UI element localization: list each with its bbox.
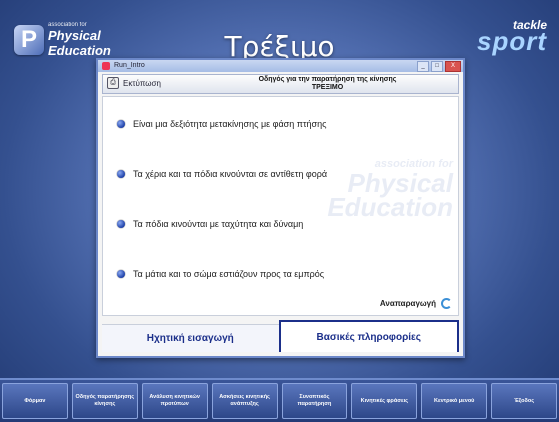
print-label: Εκτύπωση xyxy=(123,78,161,88)
printer-icon: ⎙ xyxy=(107,77,119,89)
tab-bar: Ηχητική εισαγωγή Βασικές πληροφορίες xyxy=(102,320,459,352)
print-button[interactable]: ⎙ Εκτύπωση xyxy=(107,77,161,89)
app-icon xyxy=(102,62,110,70)
window-titlebar[interactable]: Run_Intro _ □ X xyxy=(98,60,463,72)
document-title-line2: ΤΡΕΞΙΜΟ xyxy=(311,84,344,91)
replay-icon xyxy=(441,298,452,309)
bullet-text: Τα πόδια κινούνται με ταχύτητα και δύναμ… xyxy=(133,219,304,229)
nav-form[interactable]: Φόρμαν xyxy=(2,383,68,419)
nav-development-exercises[interactable]: Ασκήσεις κινητικής ανάπτυξης xyxy=(211,383,278,419)
bottom-nav: Φόρμαν Οδηγός παρατήρησης κίνησης Ανάλυσ… xyxy=(0,378,559,422)
intro-window: Run_Intro _ □ X ⎙ Εκτύπωση Οδηγός για τη… xyxy=(96,58,465,358)
logo-line1: association for xyxy=(48,22,87,28)
window-title: Run_Intro xyxy=(114,62,145,69)
replay-label: Αναπαραγωγή xyxy=(379,299,436,308)
document-toolbar: ⎙ Εκτύπωση Οδηγός για την παρατήρηση της… xyxy=(102,74,459,94)
nav-main-menu[interactable]: Κεντρικό μενού xyxy=(421,383,488,419)
close-button[interactable]: X xyxy=(445,61,461,72)
list-item: Είναι μια δεξιότητα μετακίνησης με φάση … xyxy=(117,119,326,129)
bullet-text: Τα μάτια και το σώμα εστιάζουν προς τα ε… xyxy=(133,269,325,279)
nav-summary-observation[interactable]: Συνοπτικός παρατήρηση xyxy=(281,383,348,419)
list-item: Τα χέρια και τα πόδια κινούνται σε αντίθ… xyxy=(117,169,327,179)
content-panel: association for Physical Education Είναι… xyxy=(102,96,459,316)
list-item: Τα μάτια και το σώμα εστιάζουν προς τα ε… xyxy=(117,269,324,279)
bullet-icon xyxy=(117,220,125,228)
sport-text: sport xyxy=(477,26,547,56)
header: P association for Physical Education Τρέ… xyxy=(0,0,559,63)
tab-basic-info[interactable]: Βασικές πληροφορίες xyxy=(278,320,459,352)
document-title-line1: Οδηγός για την παρατήρηση της κίνησης xyxy=(258,76,397,83)
nav-exit[interactable]: Έξοδος xyxy=(491,383,557,419)
bullet-icon xyxy=(117,170,125,178)
nav-pattern-analysis[interactable]: Ανάλυση κινητικών προτύπων xyxy=(141,383,208,419)
list-item: Τα πόδια κινούνται με ταχύτητα και δύναμ… xyxy=(117,219,303,229)
bullet-text: Είναι μια δεξιότητα μετακίνησης με φάση … xyxy=(133,119,327,129)
maximize-button[interactable]: □ xyxy=(431,61,443,72)
bullet-icon xyxy=(117,270,125,278)
watermark-logo: association for Physical Education xyxy=(327,158,453,222)
bullet-icon xyxy=(117,120,125,128)
nav-observation-guide[interactable]: Οδηγός παρατήρησης κίνησης xyxy=(71,383,138,419)
minimize-button[interactable]: _ xyxy=(417,61,429,72)
replay-button[interactable]: Αναπαραγωγή xyxy=(380,298,452,309)
bullet-text: Τα χέρια και τα πόδια κινούνται σε αντίθ… xyxy=(133,169,328,179)
tackle-sport-logo: tackle sport xyxy=(467,18,547,58)
document-title: Οδηγός για την παρατήρηση της κίνησης ΤΡ… xyxy=(203,76,452,92)
nav-movement-phrases[interactable]: Κινητικές φράσεις xyxy=(351,383,418,419)
tab-audio-intro[interactable]: Ηχητική εισαγωγή xyxy=(102,324,279,352)
